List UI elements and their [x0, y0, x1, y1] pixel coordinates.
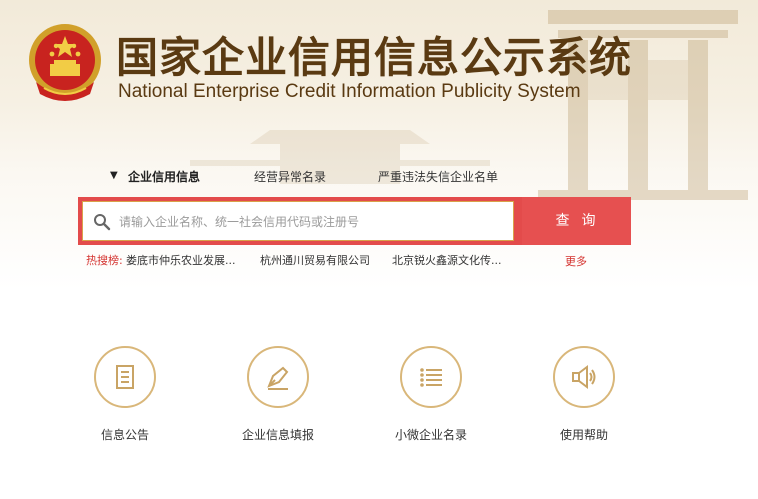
feature-help[interactable]: 使用帮助 — [524, 346, 644, 443]
feature-small-micro-list[interactable]: 小微企业名录 — [371, 346, 491, 443]
feature-label: 小微企业名录 — [394, 428, 467, 442]
feature-label: 企业信息填报 — [241, 428, 314, 442]
hot-search-item[interactable]: 北京锐火鑫源文化传... — [392, 252, 502, 268]
document-icon — [116, 365, 134, 389]
list-icon — [420, 368, 442, 387]
search-input[interactable] — [119, 210, 509, 234]
speaker-icon — [572, 365, 596, 389]
search-bar: 查询 — [78, 197, 631, 245]
feature-label: 使用帮助 — [559, 428, 608, 442]
site-title-en: National Enterprise Credit Information P… — [118, 81, 581, 102]
hot-search-item[interactable]: 娄底市仲乐农业发展... — [126, 252, 236, 268]
feature-info-announcement[interactable]: 信息公告 — [65, 346, 185, 443]
feature-label: 信息公告 — [100, 428, 149, 442]
header-banner: 国家企业信用信息公示系统 National Enterprise Credit … — [0, 0, 758, 290]
page: 国家企业信用信息公示系统 National Enterprise Credit … — [0, 0, 758, 499]
pen-icon — [267, 366, 289, 390]
tab-serious-violation[interactable]: 严重违法失信企业名单 — [378, 168, 498, 185]
hot-search-item[interactable]: 杭州通川贸易有限公司 — [260, 252, 370, 268]
hot-search-label: 热搜榜: — [86, 254, 123, 267]
site-title-cn: 国家企业信用信息公示系统 — [116, 33, 633, 82]
search-box — [82, 201, 514, 241]
tab-abnormal-operation[interactable]: 经营异常名录 — [254, 168, 326, 185]
national-emblem-icon — [29, 24, 101, 101]
active-tab-arrow-icon: ▼ — [110, 170, 118, 181]
search-icon — [94, 214, 111, 231]
more-link[interactable]: 更多 — [565, 253, 587, 269]
feature-enterprise-report[interactable]: 企业信息填报 — [218, 346, 338, 443]
tab-enterprise-credit[interactable]: 企业信用信息 — [128, 168, 200, 185]
search-button[interactable]: 查询 — [522, 197, 631, 245]
